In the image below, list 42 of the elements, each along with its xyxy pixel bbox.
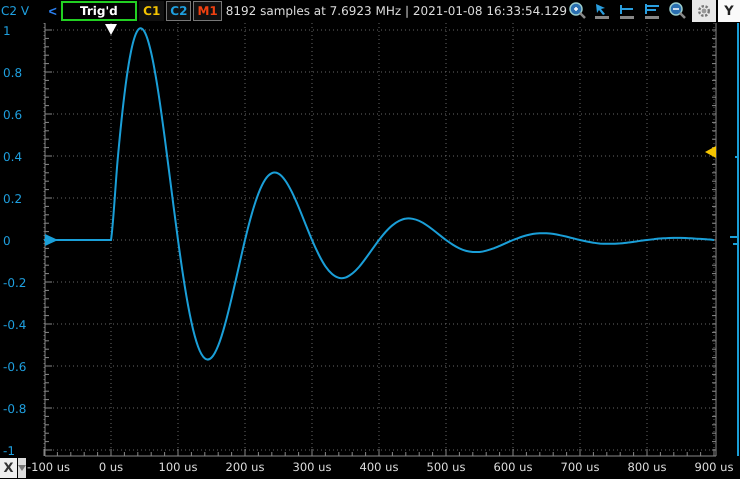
- y-tick-label: -0.6: [3, 360, 26, 374]
- y-tick-label: 0.4: [3, 150, 22, 164]
- y-tick-label: 0.6: [3, 108, 22, 122]
- y-tick-label: 1: [3, 24, 11, 38]
- marker-icon[interactable]: [642, 1, 662, 21]
- x-tick-label: 300 us: [292, 460, 332, 474]
- channel-button[interactable]: M1: [193, 1, 222, 21]
- zoom-out-icon[interactable]: [667, 1, 687, 21]
- trigger-status: Trig'd: [60, 1, 138, 21]
- x-tick-label: 800 us: [628, 460, 666, 474]
- x-tick-label: 0 us: [98, 460, 124, 474]
- channel-unit-label: C2 V: [0, 4, 30, 18]
- dropdown-button[interactable]: [18, 458, 26, 478]
- trigger-level-marker-icon[interactable]: [705, 146, 716, 158]
- x-tick-label: 400 us: [360, 460, 398, 474]
- y-tick-label: -0.2: [3, 276, 26, 290]
- x-tick-label: 200 us: [226, 460, 264, 474]
- back-button[interactable]: <: [44, 3, 61, 19]
- y-tick-label: 0.8: [3, 66, 22, 80]
- zoom-in-icon[interactable]: [567, 1, 587, 21]
- x-tick-label: 600 us: [494, 460, 532, 474]
- gear-icon: [696, 3, 712, 19]
- settings-button[interactable]: [692, 0, 716, 22]
- y-tick-label: 0: [3, 234, 11, 248]
- x-tick-label: -100 us: [27, 460, 70, 474]
- x-tick-label: 700 us: [560, 460, 600, 474]
- x-tick-label: 500 us: [426, 460, 466, 474]
- x-axis-button[interactable]: X: [0, 458, 17, 478]
- y-axis-button[interactable]: Y: [718, 0, 740, 22]
- x-tick-label: 900 us: [694, 460, 734, 474]
- cursor-arrow-icon[interactable]: [592, 1, 612, 21]
- channel-button[interactable]: C2: [166, 1, 192, 21]
- channel-button[interactable]: C1: [139, 1, 164, 21]
- x-tick-label: 100 us: [158, 460, 198, 474]
- y-tick-label: -0.8: [3, 402, 26, 416]
- acquisition-info: 8192 samples at 7.6923 MHz | 2021-01-08 16:33:54.129: [226, 4, 567, 18]
- caret-icon: [18, 465, 26, 471]
- y-tick-label: 0.2: [3, 192, 22, 206]
- trigger-time-marker-icon[interactable]: [105, 24, 117, 35]
- y-tick-label: -1: [3, 444, 15, 458]
- ground-marker-icon[interactable]: [45, 234, 58, 246]
- y-tick-label: -0.4: [3, 318, 26, 332]
